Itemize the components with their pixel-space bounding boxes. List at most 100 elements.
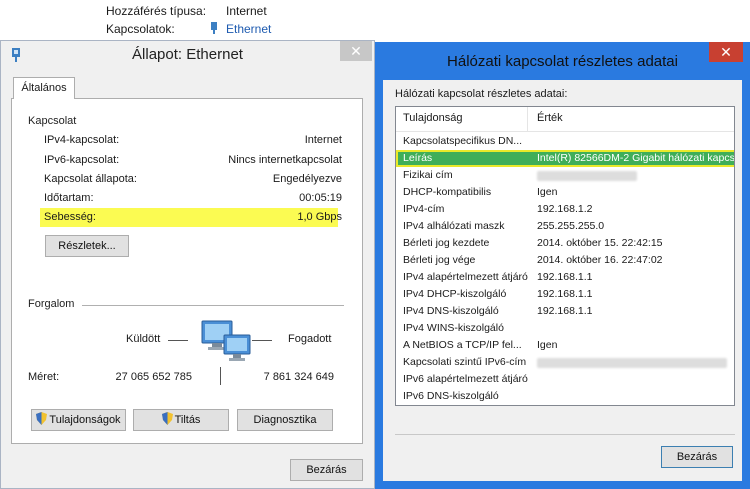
- ipv4-connectivity-label: IPv4-kapcsolat:: [44, 134, 120, 146]
- property-name: Leírás: [403, 152, 433, 164]
- properties-button[interactable]: Tulajdonságok: [31, 409, 126, 431]
- column-header-value[interactable]: Érték: [537, 112, 563, 124]
- bytes-separator: [220, 367, 221, 385]
- property-name: IPv6 alapértelmezett átjáró: [403, 373, 528, 385]
- activity-divider: [82, 305, 344, 306]
- uac-shield-icon: [36, 412, 48, 425]
- speed-label: Sebesség:: [44, 211, 96, 223]
- disable-button-label: Tiltás: [174, 414, 201, 426]
- ipv6-connectivity-label: IPv6-kapcsolat:: [44, 154, 120, 166]
- property-name: Kapcsolatspecifikus DN...: [403, 135, 523, 147]
- media-state-label: Kapcsolat állapota:: [44, 173, 137, 185]
- property-value: 255.255.255.0: [537, 220, 605, 232]
- ipv6-connectivity-value: Nincs internetkapcsolat: [228, 154, 342, 166]
- connection-section-label: Kapcsolat: [28, 115, 77, 127]
- property-name: Bérleti jog kezdete: [403, 237, 490, 249]
- column-separator[interactable]: [527, 107, 528, 132]
- disable-button[interactable]: Tiltás: [133, 409, 229, 431]
- list-item[interactable]: Kapcsolati szintű IPv6-cím: [396, 354, 734, 371]
- bytes-sent-value: 27 065 652 785: [115, 371, 192, 383]
- details-listview[interactable]: Tulajdonság Érték Kapcsolatspecifikus DN…: [395, 106, 735, 406]
- footer-divider: [395, 434, 735, 435]
- sent-line: [168, 340, 188, 341]
- redacted-value: [537, 358, 727, 368]
- list-item-selected[interactable]: Leírás Intel(R) 82566DM-2 Gigabit hálózat…: [396, 150, 735, 167]
- property-value: Intel(R) 82566DM-2 Gigabit hálózati kapc…: [537, 152, 735, 164]
- duration-label: Időtartam:: [44, 192, 94, 204]
- property-value: 192.168.1.1: [537, 288, 593, 300]
- tab-general[interactable]: Általános: [13, 77, 75, 99]
- speed-value: 1,0 Gbps: [297, 211, 342, 223]
- details-window-title: Hálózati kapcsolat részletes adatai: [447, 53, 678, 70]
- list-item[interactable]: Fizikai cím: [396, 167, 734, 184]
- list-item[interactable]: IPv4 DNS-kiszolgáló 192.168.1.1: [396, 303, 734, 320]
- status-close-button[interactable]: Bezárás: [290, 459, 363, 481]
- property-name: IPv6 DNS-kiszolgáló: [403, 390, 499, 402]
- ethernet-icon: [210, 22, 218, 34]
- property-value: 192.168.1.2: [537, 203, 593, 215]
- property-value: Igen: [537, 186, 558, 198]
- status-window: Állapot: Ethernet ✕ Általános Kapcsolat …: [0, 40, 375, 489]
- details-titlebar: Hálózati kapcsolat részletes adatai ✕: [375, 42, 750, 78]
- details-window: Hálózati kapcsolat részletes adatai ✕ Há…: [375, 42, 750, 489]
- property-value: 2014. október 16. 22:47:02: [537, 254, 663, 266]
- property-name: IPv4 alapértelmezett átjáró: [403, 271, 528, 283]
- property-name: IPv4 DNS-kiszolgáló: [403, 305, 499, 317]
- property-value: 2014. október 15. 22:42:15: [537, 237, 663, 249]
- access-type-value: Internet: [226, 4, 267, 18]
- list-item[interactable]: Kapcsolatspecifikus DN...: [396, 133, 734, 150]
- network-computers-icon: [200, 319, 256, 365]
- property-name: Bérleti jog vége: [403, 254, 476, 266]
- list-item[interactable]: IPv6 alapértelmezett átjáró: [396, 371, 734, 388]
- properties-button-label: Tulajdonságok: [49, 414, 121, 426]
- status-window-title: Állapot: Ethernet: [132, 46, 243, 63]
- bytes-label: Méret:: [28, 371, 60, 383]
- connections-label: Kapcsolatok:: [106, 22, 175, 36]
- property-name: DHCP-kompatibilis: [403, 186, 492, 198]
- list-item[interactable]: IPv6 DNS-kiszolgáló: [396, 388, 734, 405]
- property-name: Kapcsolati szintű IPv6-cím: [403, 356, 527, 368]
- received-line: [252, 340, 272, 341]
- ethernet-link[interactable]: Ethernet: [226, 22, 271, 36]
- property-value: 192.168.1.1: [537, 305, 593, 317]
- uac-shield-icon: [161, 412, 173, 425]
- details-close-button[interactable]: Bezárás: [661, 446, 733, 468]
- property-name: IPv4 alhálózati maszk: [403, 220, 505, 232]
- property-value: 192.168.1.1: [537, 271, 593, 283]
- property-name: IPv4 WINS-kiszolgáló: [403, 322, 504, 334]
- listview-header: Tulajdonság Érték: [396, 107, 734, 132]
- details-button[interactable]: Részletek...: [45, 235, 129, 257]
- list-item[interactable]: IPv4 DHCP-kiszolgáló 192.168.1.1: [396, 286, 734, 303]
- list-item[interactable]: IPv4-cím 192.168.1.2: [396, 201, 734, 218]
- activity-section-label: Forgalom: [28, 298, 75, 310]
- access-type-label: Hozzáférés típusa:: [106, 4, 207, 18]
- property-name: IPv4-cím: [403, 203, 445, 215]
- sent-label: Küldött: [126, 333, 161, 345]
- redacted-value: [537, 171, 637, 181]
- property-name: Fizikai cím: [403, 169, 453, 181]
- details-close-x-button[interactable]: ✕: [709, 42, 743, 62]
- background-panel: Hozzáférés típusa: Internet Kapcsolatok:…: [0, 0, 750, 42]
- list-item[interactable]: IPv4 WINS-kiszolgáló: [396, 320, 734, 337]
- list-item[interactable]: Bérleti jog kezdete 2014. október 15. 22:…: [396, 235, 734, 252]
- list-item[interactable]: IPv4 alapértelmezett átjáró 192.168.1.1: [396, 269, 734, 286]
- received-label: Fogadott: [288, 333, 332, 345]
- bytes-received-value: 7 861 324 649: [263, 371, 334, 383]
- media-state-value: Engedélyezve: [272, 173, 342, 185]
- status-close-x-button[interactable]: ✕: [340, 41, 372, 61]
- property-value: Igen: [537, 339, 558, 351]
- status-titlebar: Állapot: Ethernet ✕: [1, 41, 374, 69]
- details-body: Hálózati kapcsolat részletes adatai: Tul…: [383, 80, 742, 481]
- property-name: A NetBIOS a TCP/IP fel...: [403, 339, 522, 351]
- duration-value: 00:05:19: [299, 192, 342, 204]
- property-name: IPv4 DHCP-kiszolgáló: [403, 288, 507, 300]
- ipv4-connectivity-value: Internet: [304, 134, 342, 146]
- list-item[interactable]: DHCP-kompatibilis Igen: [396, 184, 734, 201]
- general-tab-panel: Kapcsolat IPv4-kapcsolat: Internet IPv6-…: [11, 98, 363, 444]
- column-header-property[interactable]: Tulajdonság: [403, 112, 463, 124]
- details-caption: Hálózati kapcsolat részletes adatai:: [395, 88, 568, 100]
- list-item[interactable]: IPv4 alhálózati maszk 255.255.255.0: [396, 218, 734, 235]
- list-item[interactable]: A NetBIOS a TCP/IP fel... Igen: [396, 337, 734, 354]
- list-item[interactable]: Bérleti jog vége 2014. október 16. 22:47:…: [396, 252, 734, 269]
- diagnose-button[interactable]: Diagnosztika: [237, 409, 333, 431]
